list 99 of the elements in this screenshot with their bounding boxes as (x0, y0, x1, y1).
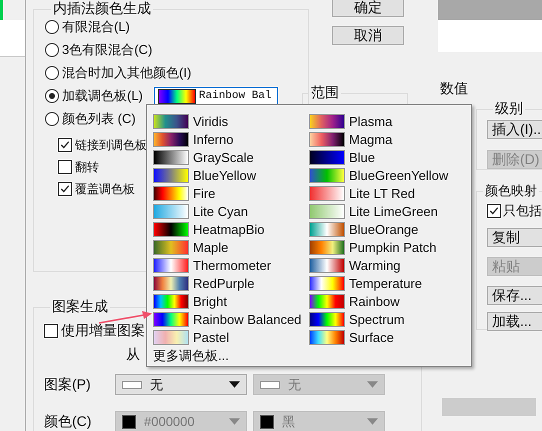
checkbox-label: 翻转 (75, 158, 99, 176)
gradient-swatch (309, 222, 345, 236)
colormap-button[interactable]: 复制 (487, 228, 542, 247)
more-palettes-item[interactable]: 更多调色板... (153, 347, 471, 365)
gradient-swatch (309, 114, 345, 128)
palette-menu-item[interactable]: BlueOrange (309, 220, 465, 238)
palette-menu-item[interactable]: Pastel (153, 328, 309, 346)
gradient-swatch (309, 276, 345, 290)
palette-menu-item[interactable]: Rainbow Balanced (153, 310, 309, 328)
palette-menu-item[interactable]: Lite Cyan (153, 202, 309, 220)
pattern-swatch (260, 380, 280, 388)
radio-label: 混合时加入其他颜色(I) (62, 64, 192, 82)
palette-menu-item[interactable]: Pumpkin Patch (309, 238, 465, 256)
radio-label: 加载调色板(L) (62, 87, 143, 105)
gradient-swatch (309, 294, 345, 308)
gradient-swatch (309, 240, 345, 254)
gradient-swatch (153, 330, 189, 344)
checkbox[interactable] (487, 204, 501, 218)
gradient-swatch (153, 276, 189, 290)
palette-menu-item[interactable]: Rainbow (309, 292, 465, 310)
gradient-swatch (153, 222, 189, 236)
palette-menu-item[interactable]: Lite LimeGreen (309, 202, 465, 220)
gradient-swatch (309, 204, 345, 218)
palette-menu-item[interactable]: Plasma (309, 112, 465, 130)
group-title: 范围 (310, 84, 340, 102)
pattern-swatch (122, 380, 142, 388)
palette-menu-item[interactable]: Bright (153, 292, 309, 310)
from-label: 从 (126, 346, 140, 364)
gradient-swatch (153, 132, 189, 146)
radio-label: 有限混合(L) (62, 18, 130, 36)
checkbox-label: 使用增量图案 (61, 322, 145, 340)
group-title: 图案生成 (51, 298, 109, 316)
status-indicator (0, 0, 3, 20)
radio-button[interactable] (45, 112, 59, 126)
palette-menu-item[interactable]: BlueGreenYellow (309, 166, 465, 184)
palette-menu-item[interactable]: Fire (153, 184, 309, 202)
gradient-swatch (309, 330, 345, 344)
radio-button[interactable] (45, 66, 59, 80)
gradient-swatch (309, 258, 345, 272)
dropdown-field[interactable] (442, 398, 536, 416)
radio-button[interactable] (45, 89, 59, 103)
caret-icon (367, 381, 378, 388)
palette-menu-item[interactable]: BlueYellow (153, 166, 309, 184)
radio-button[interactable] (45, 43, 59, 57)
caret-icon (229, 418, 240, 425)
checkbox[interactable] (58, 138, 72, 152)
palette-menu-item[interactable]: GrayScale (153, 148, 309, 166)
palette-menu-item[interactable]: Maple (153, 238, 309, 256)
checkbox-label: 链接到调色板 (75, 136, 147, 154)
field-label: 颜色(C) (44, 412, 92, 430)
palette-menu-item[interactable]: Warming (309, 256, 465, 274)
radio-label: 3色有限混合(C) (62, 41, 152, 59)
group-title: 内插法颜色生成 (52, 0, 152, 18)
group-title: 级别 (494, 100, 524, 118)
gradient-swatch (153, 114, 189, 128)
palette-menu-item[interactable]: Viridis (153, 112, 309, 130)
palette-menu-item[interactable]: Surface (309, 328, 465, 346)
palette-menu-item[interactable]: Spectrum (309, 310, 465, 328)
checkbox-label: 只包括 (503, 202, 542, 220)
values-label: 数值 (440, 80, 468, 98)
colormap-button[interactable]: 保存... (487, 286, 542, 305)
caret-icon (367, 418, 378, 425)
group-title: 颜色映射 (484, 182, 538, 200)
dropdown-field[interactable]: 无 (115, 374, 247, 395)
checkbox-label: 覆盖调色板 (75, 180, 135, 198)
gradient-swatch (309, 150, 345, 164)
palette-menu-item[interactable]: Lite LT Red (309, 184, 465, 202)
checkbox[interactable] (58, 160, 72, 174)
gradient-swatch (309, 132, 345, 146)
checkbox[interactable] (58, 182, 72, 196)
gradient-swatch (153, 186, 189, 200)
palette-dropdown[interactable]: Rainbow Bal (154, 86, 278, 106)
gradient-swatch (309, 312, 345, 326)
radio-button[interactable] (45, 20, 59, 34)
checkbox[interactable] (44, 324, 58, 338)
palette-menu-item[interactable]: Temperature (309, 274, 465, 292)
dialog-button[interactable]: 取消 (332, 26, 404, 45)
caret-icon (229, 381, 240, 388)
gradient-swatch (153, 150, 189, 164)
gradient-swatch (153, 204, 189, 218)
gradient-swatch (153, 168, 189, 182)
field-label: 图案(P) (44, 376, 92, 394)
level-button[interactable]: 插入(I).. (487, 120, 542, 139)
palette-menu-item[interactable]: Blue (309, 148, 465, 166)
palette-menu-item[interactable]: Magma (309, 130, 465, 148)
gradient-swatch (153, 294, 189, 308)
gradient-swatch (153, 258, 189, 272)
gradient-swatch (309, 168, 345, 182)
gradient-swatch (153, 312, 189, 326)
gradient-swatch (153, 240, 189, 254)
gradient-swatch (158, 88, 196, 104)
dialog-button[interactable]: 确定 (332, 0, 404, 17)
palette-menu-item[interactable]: Inferno (153, 130, 309, 148)
colormap-button[interactable]: 加载... (487, 312, 542, 331)
palette-menu-item[interactable]: Thermometer (153, 256, 309, 274)
palette-menu-item[interactable]: HeatmapBio (153, 220, 309, 238)
gradient-swatch (309, 186, 345, 200)
radio-label: 颜色列表 (C) (62, 110, 136, 128)
palette-menu-item[interactable]: RedPurple (153, 274, 309, 292)
